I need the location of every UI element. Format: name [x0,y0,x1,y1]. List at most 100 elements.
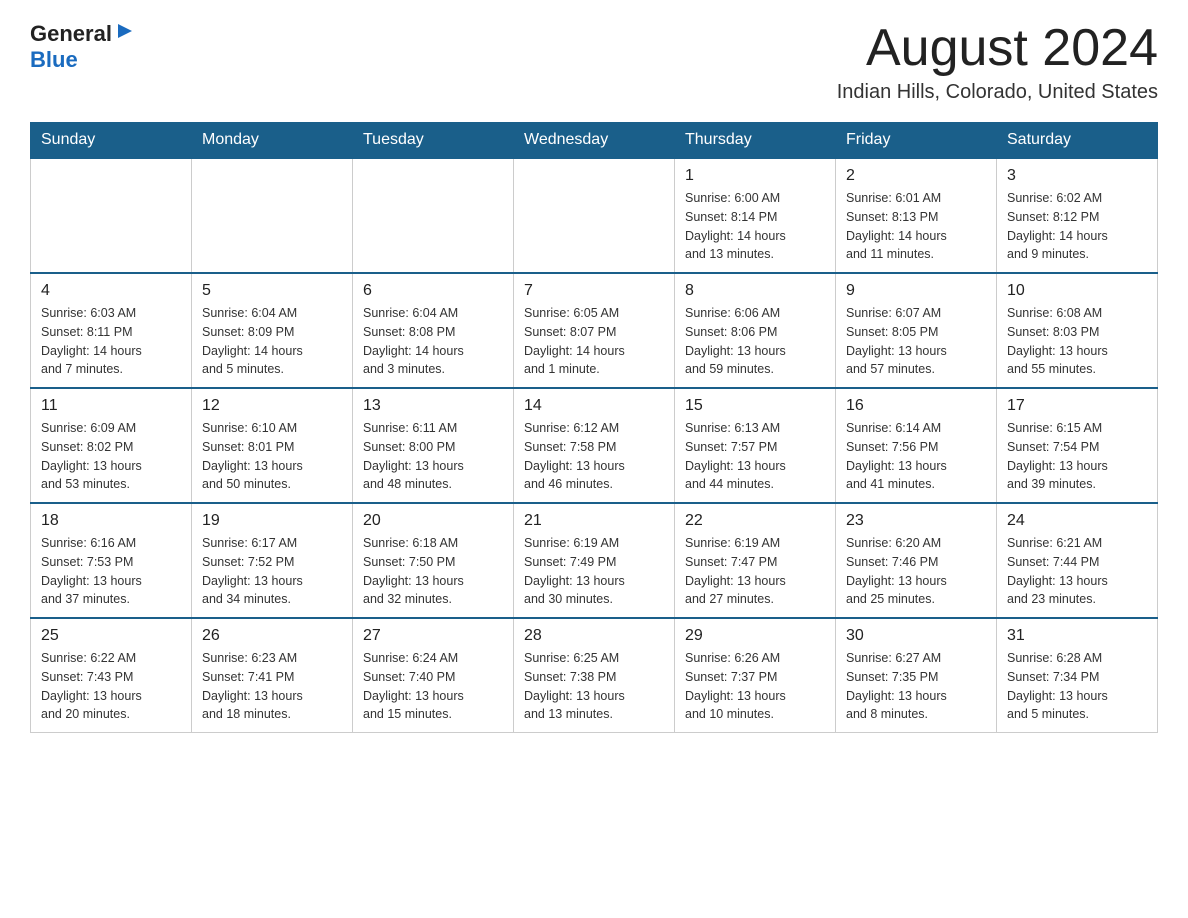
day-number: 15 [685,397,825,415]
calendar-cell: 18Sunrise: 6:16 AMSunset: 7:53 PMDayligh… [31,503,192,618]
calendar-cell [192,158,353,273]
calendar-cell: 23 Sunrise: 6:20 AMSunset: 7:46 PMDayligh… [836,503,997,618]
day-number: 30 [846,627,986,645]
weekday-header: Sunday [31,123,192,159]
day-info: Sunrise: 6:14 AMSunset: 7:56 PMDaylight:… [846,419,986,494]
day-info: Sunrise: 6:28 AMSunset: 7:34 PMDaylight:… [1007,649,1147,724]
day-number: 13 [363,397,503,415]
day-info: Sunrise: 6:06 AMSunset: 8:06 PMDaylight:… [685,304,825,379]
day-number: 14 [524,397,664,415]
day-number: 19 [202,512,342,530]
calendar-cell: 7Sunrise: 6:05 AMSunset: 8:07 PMDaylight… [514,273,675,388]
day-info: Sunrise: 6:12 AMSunset: 7:58 PMDaylight:… [524,419,664,494]
calendar-cell: 26 Sunrise: 6:23 AMSunset: 7:41 PMDayligh… [192,618,353,733]
calendar-cell [31,158,192,273]
calendar-cell: 3Sunrise: 6:02 AMSunset: 8:12 PMDaylight… [997,158,1158,273]
calendar-cell: 10 Sunrise: 6:08 AMSunset: 8:03 PMDayligh… [997,273,1158,388]
calendar-cell: 24 Sunrise: 6:21 AMSunset: 7:44 PMDayligh… [997,503,1158,618]
day-info: Sunrise: 6:18 AMSunset: 7:50 PMDaylight:… [363,534,503,609]
day-number: 12 [202,397,342,415]
logo: General Blue [30,20,136,73]
calendar-cell: 4 Sunrise: 6:03 AMSunset: 8:11 PMDaylight… [31,273,192,388]
calendar-cell: 15 Sunrise: 6:13 AMSunset: 7:57 PMDayligh… [675,388,836,503]
day-number: 22 [685,512,825,530]
weekday-header: Saturday [997,123,1158,159]
weekday-header: Thursday [675,123,836,159]
calendar-cell: 11Sunrise: 6:09 AMSunset: 8:02 PMDayligh… [31,388,192,503]
day-info: Sunrise: 6:13 AMSunset: 7:57 PMDaylight:… [685,419,825,494]
day-number: 23 [846,512,986,530]
day-info: Sunrise: 6:17 AMSunset: 7:52 PMDaylight:… [202,534,342,609]
day-number: 5 [202,282,342,300]
day-number: 4 [41,282,181,300]
day-number: 1 [685,167,825,185]
day-number: 25 [41,627,181,645]
calendar-cell [353,158,514,273]
logo-arrow-icon [114,20,136,42]
calendar-cell: 22 Sunrise: 6:19 AMSunset: 7:47 PMDayligh… [675,503,836,618]
day-number: 2 [846,167,986,185]
calendar-cell: 29 Sunrise: 6:26 AMSunset: 7:37 PMDayligh… [675,618,836,733]
day-info: Sunrise: 6:20 AMSunset: 7:46 PMDaylight:… [846,534,986,609]
day-info: Sunrise: 6:26 AMSunset: 7:37 PMDaylight:… [685,649,825,724]
day-number: 24 [1007,512,1147,530]
weekday-header: Friday [836,123,997,159]
calendar-cell: 30 Sunrise: 6:27 AMSunset: 7:35 PMDayligh… [836,618,997,733]
day-number: 20 [363,512,503,530]
calendar-cell: 19 Sunrise: 6:17 AMSunset: 7:52 PMDayligh… [192,503,353,618]
day-info: Sunrise: 6:07 AMSunset: 8:05 PMDaylight:… [846,304,986,379]
day-info: Sunrise: 6:15 AMSunset: 7:54 PMDaylight:… [1007,419,1147,494]
calendar-cell: 6Sunrise: 6:04 AMSunset: 8:08 PMDaylight… [353,273,514,388]
page-header: General Blue August 2024 Indian Hills, C… [30,20,1158,104]
weekday-header: Monday [192,123,353,159]
day-number: 31 [1007,627,1147,645]
calendar-week-row: 4 Sunrise: 6:03 AMSunset: 8:11 PMDaylight… [31,273,1158,388]
day-number: 21 [524,512,664,530]
calendar-week-row: 25Sunrise: 6:22 AMSunset: 7:43 PMDayligh… [31,618,1158,733]
calendar-cell: 21Sunrise: 6:19 AMSunset: 7:49 PMDayligh… [514,503,675,618]
month-title: August 2024 [837,20,1158,77]
day-number: 10 [1007,282,1147,300]
day-info: Sunrise: 6:03 AMSunset: 8:11 PMDaylight:… [41,304,181,379]
logo-blue: Blue [30,47,78,73]
calendar-cell: 13 Sunrise: 6:11 AMSunset: 8:00 PMDayligh… [353,388,514,503]
calendar-cell: 12Sunrise: 6:10 AMSunset: 8:01 PMDayligh… [192,388,353,503]
calendar-cell: 9Sunrise: 6:07 AMSunset: 8:05 PMDaylight… [836,273,997,388]
calendar-cell: 20 Sunrise: 6:18 AMSunset: 7:50 PMDayligh… [353,503,514,618]
day-number: 29 [685,627,825,645]
calendar-cell: 31 Sunrise: 6:28 AMSunset: 7:34 PMDayligh… [997,618,1158,733]
day-info: Sunrise: 6:04 AMSunset: 8:09 PMDaylight:… [202,304,342,379]
calendar-cell [514,158,675,273]
location-title: Indian Hills, Colorado, United States [837,81,1158,104]
calendar-week-row: 18Sunrise: 6:16 AMSunset: 7:53 PMDayligh… [31,503,1158,618]
calendar-cell: 14 Sunrise: 6:12 AMSunset: 7:58 PMDayligh… [514,388,675,503]
day-number: 26 [202,627,342,645]
logo-general: General [30,21,112,47]
day-number: 3 [1007,167,1147,185]
day-number: 28 [524,627,664,645]
calendar-cell: 1Sunrise: 6:00 AMSunset: 8:14 PMDaylight… [675,158,836,273]
day-info: Sunrise: 6:19 AMSunset: 7:47 PMDaylight:… [685,534,825,609]
day-info: Sunrise: 6:21 AMSunset: 7:44 PMDaylight:… [1007,534,1147,609]
day-info: Sunrise: 6:23 AMSunset: 7:41 PMDaylight:… [202,649,342,724]
day-info: Sunrise: 6:11 AMSunset: 8:00 PMDaylight:… [363,419,503,494]
day-info: Sunrise: 6:01 AMSunset: 8:13 PMDaylight:… [846,189,986,264]
calendar-cell: 27Sunrise: 6:24 AMSunset: 7:40 PMDayligh… [353,618,514,733]
calendar-cell: 28Sunrise: 6:25 AMSunset: 7:38 PMDayligh… [514,618,675,733]
calendar-cell: 2 Sunrise: 6:01 AMSunset: 8:13 PMDaylight… [836,158,997,273]
day-number: 16 [846,397,986,415]
day-info: Sunrise: 6:04 AMSunset: 8:08 PMDaylight:… [363,304,503,379]
weekday-header: Tuesday [353,123,514,159]
calendar-week-row: 11Sunrise: 6:09 AMSunset: 8:02 PMDayligh… [31,388,1158,503]
weekday-header: Wednesday [514,123,675,159]
title-section: August 2024 Indian Hills, Colorado, Unit… [837,20,1158,104]
day-info: Sunrise: 6:08 AMSunset: 8:03 PMDaylight:… [1007,304,1147,379]
day-info: Sunrise: 6:27 AMSunset: 7:35 PMDaylight:… [846,649,986,724]
calendar-header-row: SundayMondayTuesdayWednesdayThursdayFrid… [31,123,1158,159]
day-number: 11 [41,397,181,415]
day-info: Sunrise: 6:05 AMSunset: 8:07 PMDaylight:… [524,304,664,379]
calendar-cell: 17Sunrise: 6:15 AMSunset: 7:54 PMDayligh… [997,388,1158,503]
calendar-cell: 5 Sunrise: 6:04 AMSunset: 8:09 PMDaylight… [192,273,353,388]
day-number: 8 [685,282,825,300]
calendar-cell: 8 Sunrise: 6:06 AMSunset: 8:06 PMDaylight… [675,273,836,388]
